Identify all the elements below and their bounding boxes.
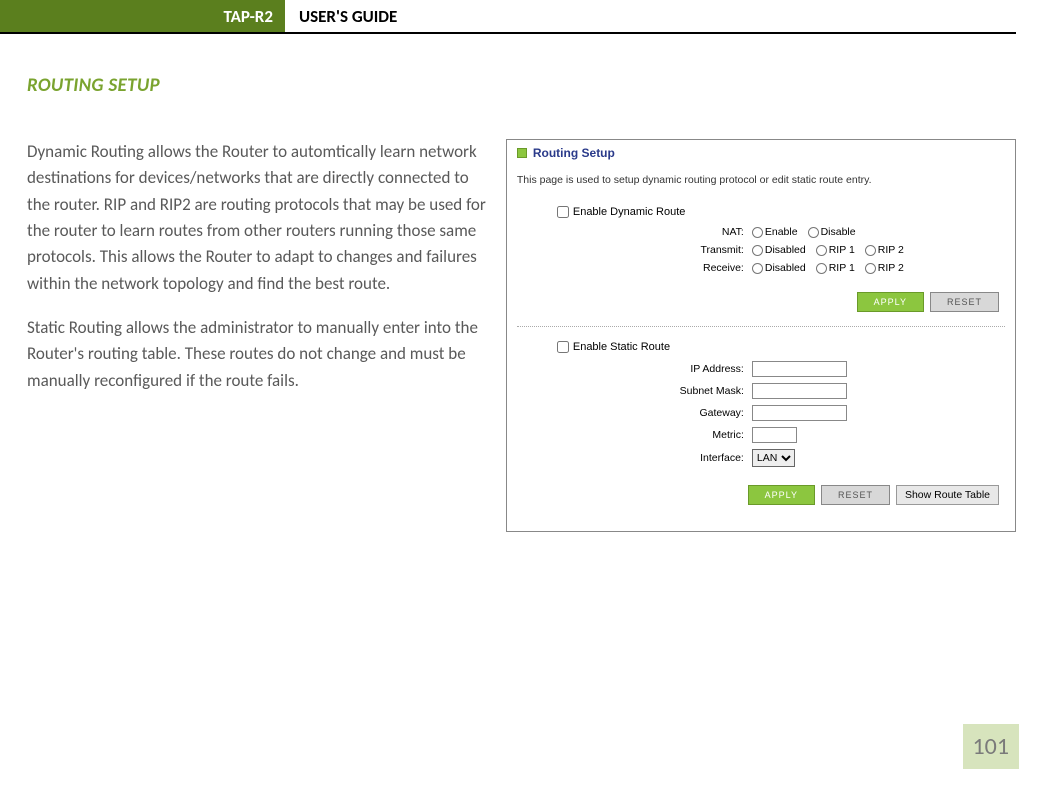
header-product: TAP-R2 <box>215 0 285 32</box>
ip-label: IP Address: <box>557 363 752 375</box>
nat-enable-text: Enable <box>765 226 798 238</box>
nat-row: NAT: Enable Disable <box>557 226 1005 238</box>
metric-label: Metric: <box>557 429 752 441</box>
transmit-rip2-text: RIP 2 <box>878 244 904 256</box>
reset-button[interactable]: RESET <box>930 292 999 312</box>
enable-dynamic-checkbox[interactable] <box>557 206 569 218</box>
enable-static-label: Enable Static Route <box>573 341 670 353</box>
interface-select[interactable]: LAN <box>752 449 795 467</box>
paragraph-dynamic: Dynamic Routing allows the Router to aut… <box>27 139 486 297</box>
section-title: ROUTING SETUP <box>27 74 1041 97</box>
nat-enable-radio[interactable] <box>752 227 763 238</box>
gateway-label: Gateway: <box>557 407 752 419</box>
apply-button-2[interactable]: APPLY <box>748 485 815 505</box>
interface-label: Interface: <box>557 452 752 464</box>
dynamic-button-row: APPLY RESET <box>517 292 999 312</box>
interface-row: Interface: LAN <box>557 449 1005 467</box>
enable-static-row: Enable Static Route <box>557 341 1005 353</box>
subnet-label: Subnet Mask: <box>557 385 752 397</box>
content-row: Dynamic Routing allows the Router to aut… <box>27 139 1016 532</box>
show-route-table-button[interactable]: Show Route Table <box>896 485 999 505</box>
metric-row: Metric: <box>557 427 1005 443</box>
transmit-rip1-text: RIP 1 <box>829 244 855 256</box>
apply-button[interactable]: APPLY <box>857 292 924 312</box>
ip-input[interactable] <box>752 361 847 377</box>
ip-row: IP Address: <box>557 361 1005 377</box>
divider <box>517 326 1005 327</box>
panel-title-row: Routing Setup <box>517 146 1005 160</box>
transmit-rip1-radio[interactable] <box>816 245 827 256</box>
receive-row: Receive: Disabled RIP 1 RIP 2 <box>557 262 1005 274</box>
square-icon <box>517 148 527 158</box>
panel-title: Routing Setup <box>533 146 615 160</box>
receive-label: Receive: <box>557 262 752 274</box>
body-text: Dynamic Routing allows the Router to aut… <box>27 139 486 532</box>
header-title: USER'S GUIDE <box>285 0 411 32</box>
transmit-label: Transmit: <box>557 244 752 256</box>
header-bar: TAP-R2 USER'S GUIDE <box>0 0 1016 34</box>
static-route-block: Enable Static Route IP Address: Subnet M… <box>557 341 1005 467</box>
dynamic-route-block: Enable Dynamic Route NAT: Enable Disable… <box>557 206 1005 274</box>
nat-label: NAT: <box>557 226 752 238</box>
receive-rip2-text: RIP 2 <box>878 262 904 274</box>
gateway-input[interactable] <box>752 405 847 421</box>
transmit-disabled-text: Disabled <box>765 244 806 256</box>
receive-disabled-text: Disabled <box>765 262 806 274</box>
reset-button-2[interactable]: RESET <box>821 485 890 505</box>
receive-rip1-radio[interactable] <box>816 263 827 274</box>
routing-setup-panel: Routing Setup This page is used to setup… <box>506 139 1016 532</box>
receive-rip2-radio[interactable] <box>865 263 876 274</box>
panel-description: This page is used to setup dynamic routi… <box>517 174 1005 186</box>
gateway-row: Gateway: <box>557 405 1005 421</box>
subnet-row: Subnet Mask: <box>557 383 1005 399</box>
page-number: 101 <box>963 724 1020 769</box>
paragraph-static: Static Routing allows the administrator … <box>27 315 486 394</box>
receive-rip1-text: RIP 1 <box>829 262 855 274</box>
nat-disable-text: Disable <box>821 226 856 238</box>
enable-dynamic-row: Enable Dynamic Route <box>557 206 1005 218</box>
transmit-disabled-radio[interactable] <box>752 245 763 256</box>
transmit-row: Transmit: Disabled RIP 1 RIP 2 <box>557 244 1005 256</box>
static-button-row: APPLY RESET Show Route Table <box>517 485 999 505</box>
receive-disabled-radio[interactable] <box>752 263 763 274</box>
header-spacer <box>0 0 215 32</box>
subnet-input[interactable] <box>752 383 847 399</box>
nat-disable-radio[interactable] <box>808 227 819 238</box>
enable-dynamic-label: Enable Dynamic Route <box>573 206 686 218</box>
transmit-rip2-radio[interactable] <box>865 245 876 256</box>
metric-input[interactable] <box>752 427 797 443</box>
enable-static-checkbox[interactable] <box>557 341 569 353</box>
